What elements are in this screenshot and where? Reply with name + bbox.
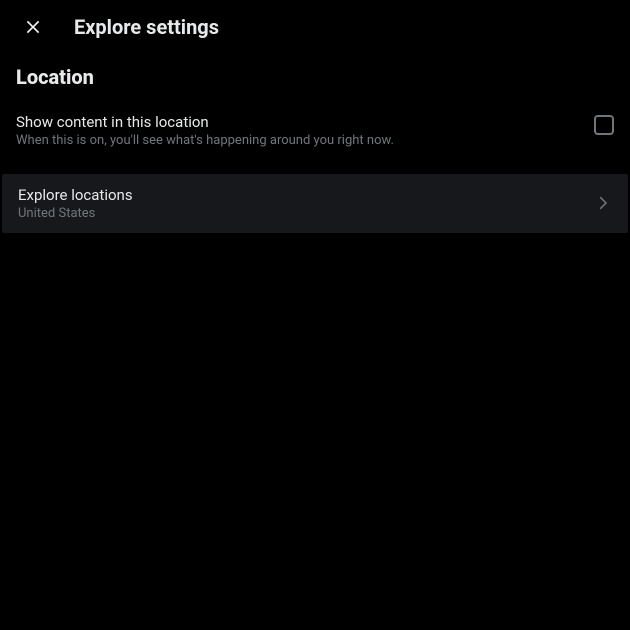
close-icon <box>23 17 43 37</box>
setting-label: Show content in this location <box>16 113 578 131</box>
header: Explore settings <box>0 0 630 53</box>
nav-text: Explore locations United States <box>18 186 594 221</box>
nav-explore-locations[interactable]: Explore locations United States <box>2 174 628 233</box>
section-title-location: Location <box>0 53 630 101</box>
page-title: Explore settings <box>74 15 219 39</box>
checkbox-show-content-location[interactable] <box>594 115 614 135</box>
setting-description: When this is on, you'll see what's happe… <box>16 133 578 150</box>
setting-text: Show content in this location When this … <box>16 113 578 150</box>
chevron-right-icon <box>594 194 612 212</box>
setting-show-content-location: Show content in this location When this … <box>0 101 630 162</box>
close-button[interactable] <box>16 10 50 44</box>
nav-sublabel: United States <box>18 206 594 221</box>
nav-label: Explore locations <box>18 186 594 204</box>
